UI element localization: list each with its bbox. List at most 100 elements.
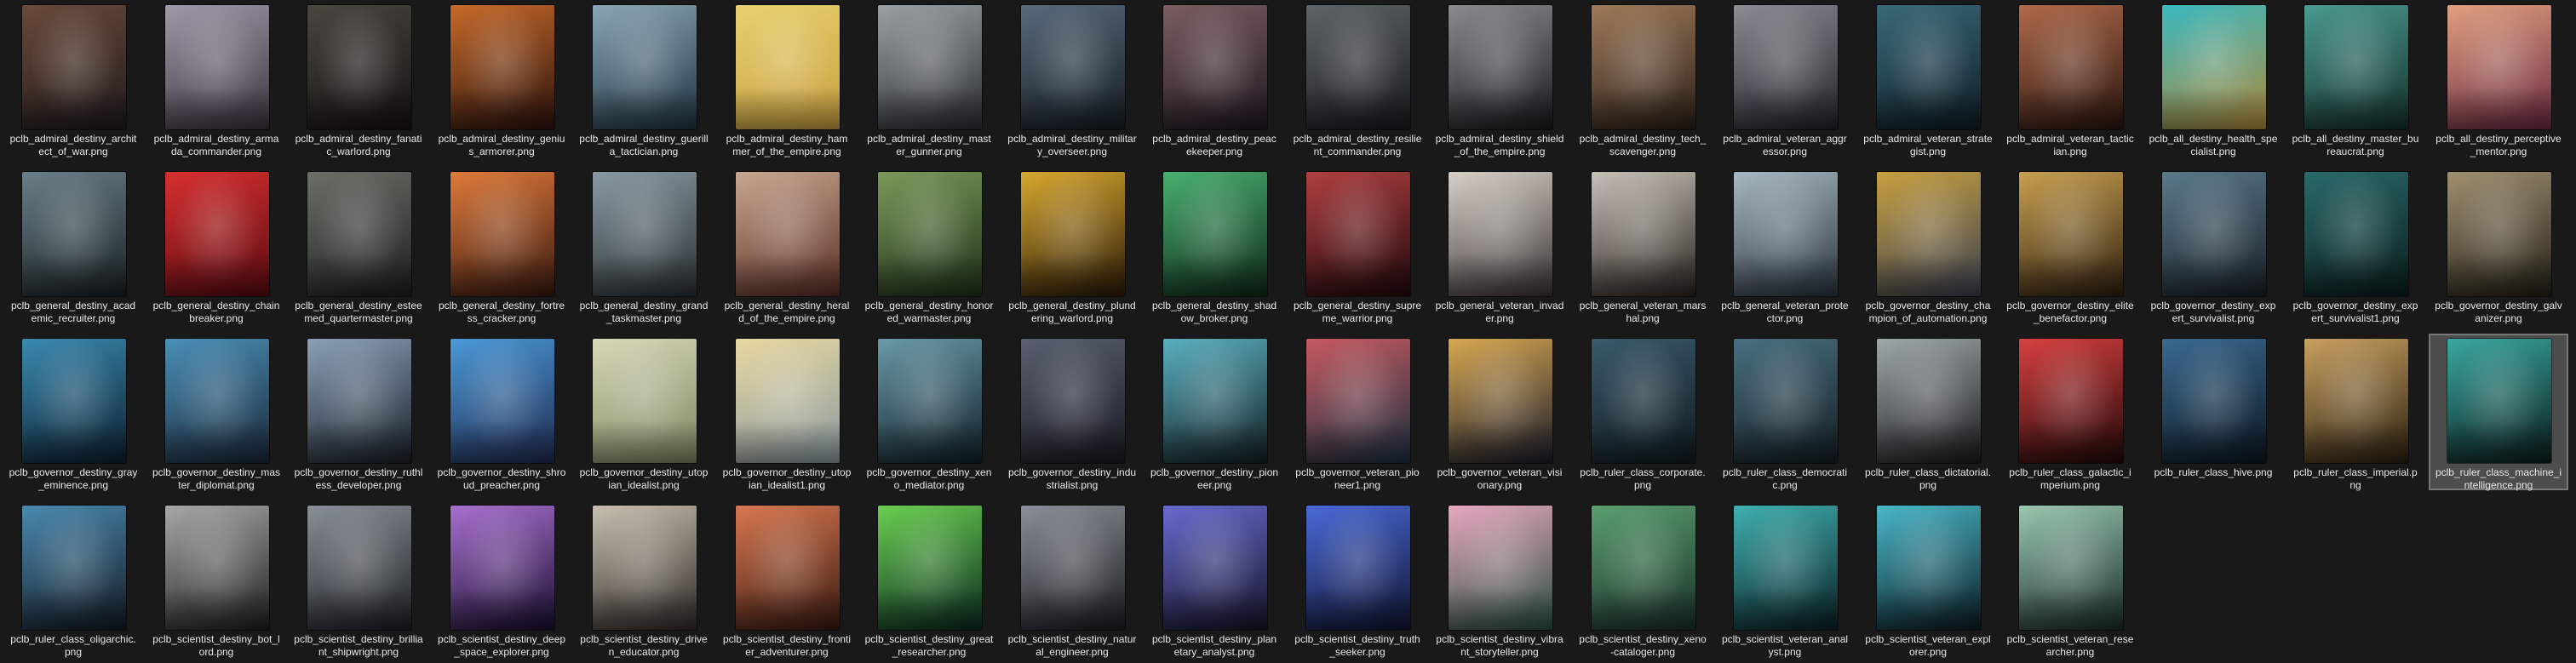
image-thumbnail[interactable]	[1877, 339, 1981, 463]
file-item[interactable]: pclb_ruler_class_democratic.png	[1715, 334, 1855, 491]
file-item[interactable]: pclb_general_veteran_protector.png	[1715, 167, 1855, 324]
file-item[interactable]: pclb_governor_destiny_expert_survivalist…	[2143, 167, 2283, 324]
image-thumbnail[interactable]	[450, 506, 554, 630]
image-thumbnail[interactable]	[165, 339, 269, 463]
file-item[interactable]: pclb_admiral_destiny_shield_of_the_empir…	[1430, 0, 1569, 157]
file-item[interactable]: pclb_general_destiny_supreme_warrior.png	[1288, 167, 1427, 324]
file-item[interactable]: pclb_ruler_class_galactic_imperium.png	[2000, 334, 2140, 491]
file-item[interactable]: pclb_general_destiny_academic_recruiter.…	[3, 167, 143, 324]
image-thumbnail[interactable]	[165, 172, 269, 296]
file-item[interactable]: pclb_scientist_destiny_xeno-cataloger.pn…	[1573, 500, 1713, 658]
image-thumbnail[interactable]	[307, 172, 411, 296]
image-thumbnail[interactable]	[593, 339, 697, 463]
file-item[interactable]: pclb_governor_destiny_utopian_idealist.p…	[574, 334, 714, 491]
file-item[interactable]: pclb_admiral_veteran_strategist.png	[1858, 0, 1998, 157]
image-thumbnail[interactable]	[1306, 5, 1410, 129]
image-thumbnail[interactable]	[1163, 5, 1267, 129]
image-thumbnail[interactable]	[1021, 172, 1125, 296]
file-item[interactable]: pclb_scientist_destiny_vibrant_storytell…	[1430, 500, 1569, 658]
file-item[interactable]: pclb_governor_destiny_expert_survivalist…	[2286, 167, 2425, 324]
image-thumbnail[interactable]	[1021, 339, 1125, 463]
image-thumbnail[interactable]	[2162, 172, 2266, 296]
file-item[interactable]: pclb_admiral_destiny_fanatic_warlord.png	[289, 0, 428, 157]
image-thumbnail[interactable]	[593, 172, 697, 296]
image-thumbnail[interactable]	[1734, 506, 1838, 630]
file-item[interactable]: pclb_governor_destiny_utopian_idealist1.…	[717, 334, 857, 491]
file-item[interactable]: pclb_ruler_class_oligarchic.png	[3, 500, 143, 658]
file-item[interactable]: pclb_governor_destiny_industrialist.png	[1002, 334, 1142, 491]
file-item[interactable]: pclb_governor_destiny_master_diplomat.pn…	[146, 334, 286, 491]
image-thumbnail[interactable]	[1163, 506, 1267, 630]
file-item[interactable]: pclb_admiral_destiny_peacekeeper.png	[1145, 0, 1284, 157]
file-item[interactable]: pclb_general_destiny_grand_taskmaster.pn…	[574, 167, 714, 324]
image-thumbnail[interactable]	[450, 5, 554, 129]
file-item[interactable]: pclb_admiral_destiny_architect_of_war.pn…	[3, 0, 143, 157]
image-thumbnail[interactable]	[593, 5, 697, 129]
file-item[interactable]: pclb_scientist_destiny_planetary_analyst…	[1145, 500, 1284, 658]
image-thumbnail[interactable]	[2447, 339, 2551, 463]
file-item[interactable]: pclb_admiral_veteran_aggressor.png	[1715, 0, 1855, 157]
image-thumbnail[interactable]	[1021, 5, 1125, 129]
image-thumbnail[interactable]	[1877, 5, 1981, 129]
image-thumbnail[interactable]	[878, 5, 982, 129]
file-item[interactable]: pclb_scientist_veteran_explorer.png	[1858, 500, 1998, 658]
image-thumbnail[interactable]	[1449, 172, 1552, 296]
image-thumbnail[interactable]	[2304, 5, 2408, 129]
file-item[interactable]: pclb_ruler_class_dictatorial.png	[1858, 334, 1998, 491]
file-item[interactable]: pclb_general_destiny_herald_of_the_empir…	[717, 167, 857, 324]
file-item[interactable]: pclb_general_destiny_shadow_broker.png	[1145, 167, 1284, 324]
image-thumbnail[interactable]	[450, 339, 554, 463]
file-item[interactable]: pclb_scientist_destiny_deep_space_explor…	[432, 500, 571, 658]
image-thumbnail[interactable]	[2019, 506, 2123, 630]
file-item[interactable]: pclb_all_destiny_perceptive_mentor.png	[2429, 0, 2568, 157]
image-thumbnail[interactable]	[2447, 5, 2551, 129]
image-thumbnail[interactable]	[2162, 5, 2266, 129]
image-thumbnail[interactable]	[2019, 339, 2123, 463]
image-thumbnail[interactable]	[22, 506, 126, 630]
image-thumbnail[interactable]	[1592, 339, 1695, 463]
file-item[interactable]: pclb_governor_destiny_shroud_preacher.pn…	[432, 334, 571, 491]
file-item[interactable]: pclb_ruler_class_corporate.png	[1573, 334, 1713, 491]
image-thumbnail[interactable]	[2019, 5, 2123, 129]
file-item[interactable]: pclb_general_destiny_fortress_cracker.pn…	[432, 167, 571, 324]
file-item[interactable]: pclb_governor_destiny_elite_benefactor.p…	[2000, 167, 2140, 324]
image-thumbnail[interactable]	[165, 5, 269, 129]
file-item[interactable]: pclb_all_destiny_master_bureaucrat.png	[2286, 0, 2425, 157]
image-thumbnail[interactable]	[1449, 339, 1552, 463]
image-thumbnail[interactable]	[450, 172, 554, 296]
image-thumbnail[interactable]	[1734, 172, 1838, 296]
file-item[interactable]: pclb_admiral_destiny_armada_commander.pn…	[146, 0, 286, 157]
image-thumbnail[interactable]	[307, 339, 411, 463]
image-thumbnail[interactable]	[1306, 172, 1410, 296]
image-thumbnail[interactable]	[1021, 506, 1125, 630]
file-item[interactable]: pclb_scientist_destiny_driven_educator.p…	[574, 500, 714, 658]
image-thumbnail[interactable]	[22, 172, 126, 296]
file-item[interactable]: pclb_general_destiny_honored_warmaster.p…	[859, 167, 999, 324]
file-item[interactable]: pclb_general_destiny_plundering_warlord.…	[1002, 167, 1142, 324]
image-thumbnail[interactable]	[1877, 172, 1981, 296]
image-thumbnail[interactable]	[736, 339, 840, 463]
file-item[interactable]: pclb_scientist_veteran_researcher.png	[2000, 500, 2140, 658]
file-item[interactable]: pclb_admiral_destiny_guerilla_tactician.…	[574, 0, 714, 157]
image-thumbnail[interactable]	[878, 172, 982, 296]
file-item[interactable]: pclb_scientist_destiny_brilliant_shipwri…	[289, 500, 428, 658]
file-item[interactable]: pclb_governor_veteran_visionary.png	[1430, 334, 1569, 491]
file-item[interactable]: pclb_scientist_destiny_frontier_adventur…	[717, 500, 857, 658]
file-item[interactable]: pclb_scientist_destiny_natural_engineer.…	[1002, 500, 1142, 658]
file-item[interactable]: pclb_governor_destiny_galvanizer.png	[2429, 167, 2568, 324]
image-thumbnail[interactable]	[1592, 5, 1695, 129]
file-item[interactable]: pclb_admiral_destiny_master_gunner.png	[859, 0, 999, 157]
image-thumbnail[interactable]	[1449, 5, 1552, 129]
file-item[interactable]: pclb_general_destiny_esteemed_quartermas…	[289, 167, 428, 324]
file-item[interactable]: pclb_scientist_destiny_truth_seeker.png	[1288, 500, 1427, 658]
image-thumbnail[interactable]	[22, 5, 126, 129]
file-item[interactable]: pclb_scientist_destiny_bot_lord.png	[146, 500, 286, 658]
file-item[interactable]: pclb_scientist_destiny_great_researcher.…	[859, 500, 999, 658]
image-thumbnail[interactable]	[1734, 339, 1838, 463]
image-thumbnail[interactable]	[1306, 506, 1410, 630]
image-thumbnail[interactable]	[1592, 172, 1695, 296]
file-item[interactable]: pclb_admiral_destiny_hammer_of_the_empir…	[717, 0, 857, 157]
file-item[interactable]: pclb_general_veteran_invader.png	[1430, 167, 1569, 324]
image-thumbnail[interactable]	[1592, 506, 1695, 630]
file-item[interactable]: pclb_governor_destiny_ruthless_developer…	[289, 334, 428, 491]
